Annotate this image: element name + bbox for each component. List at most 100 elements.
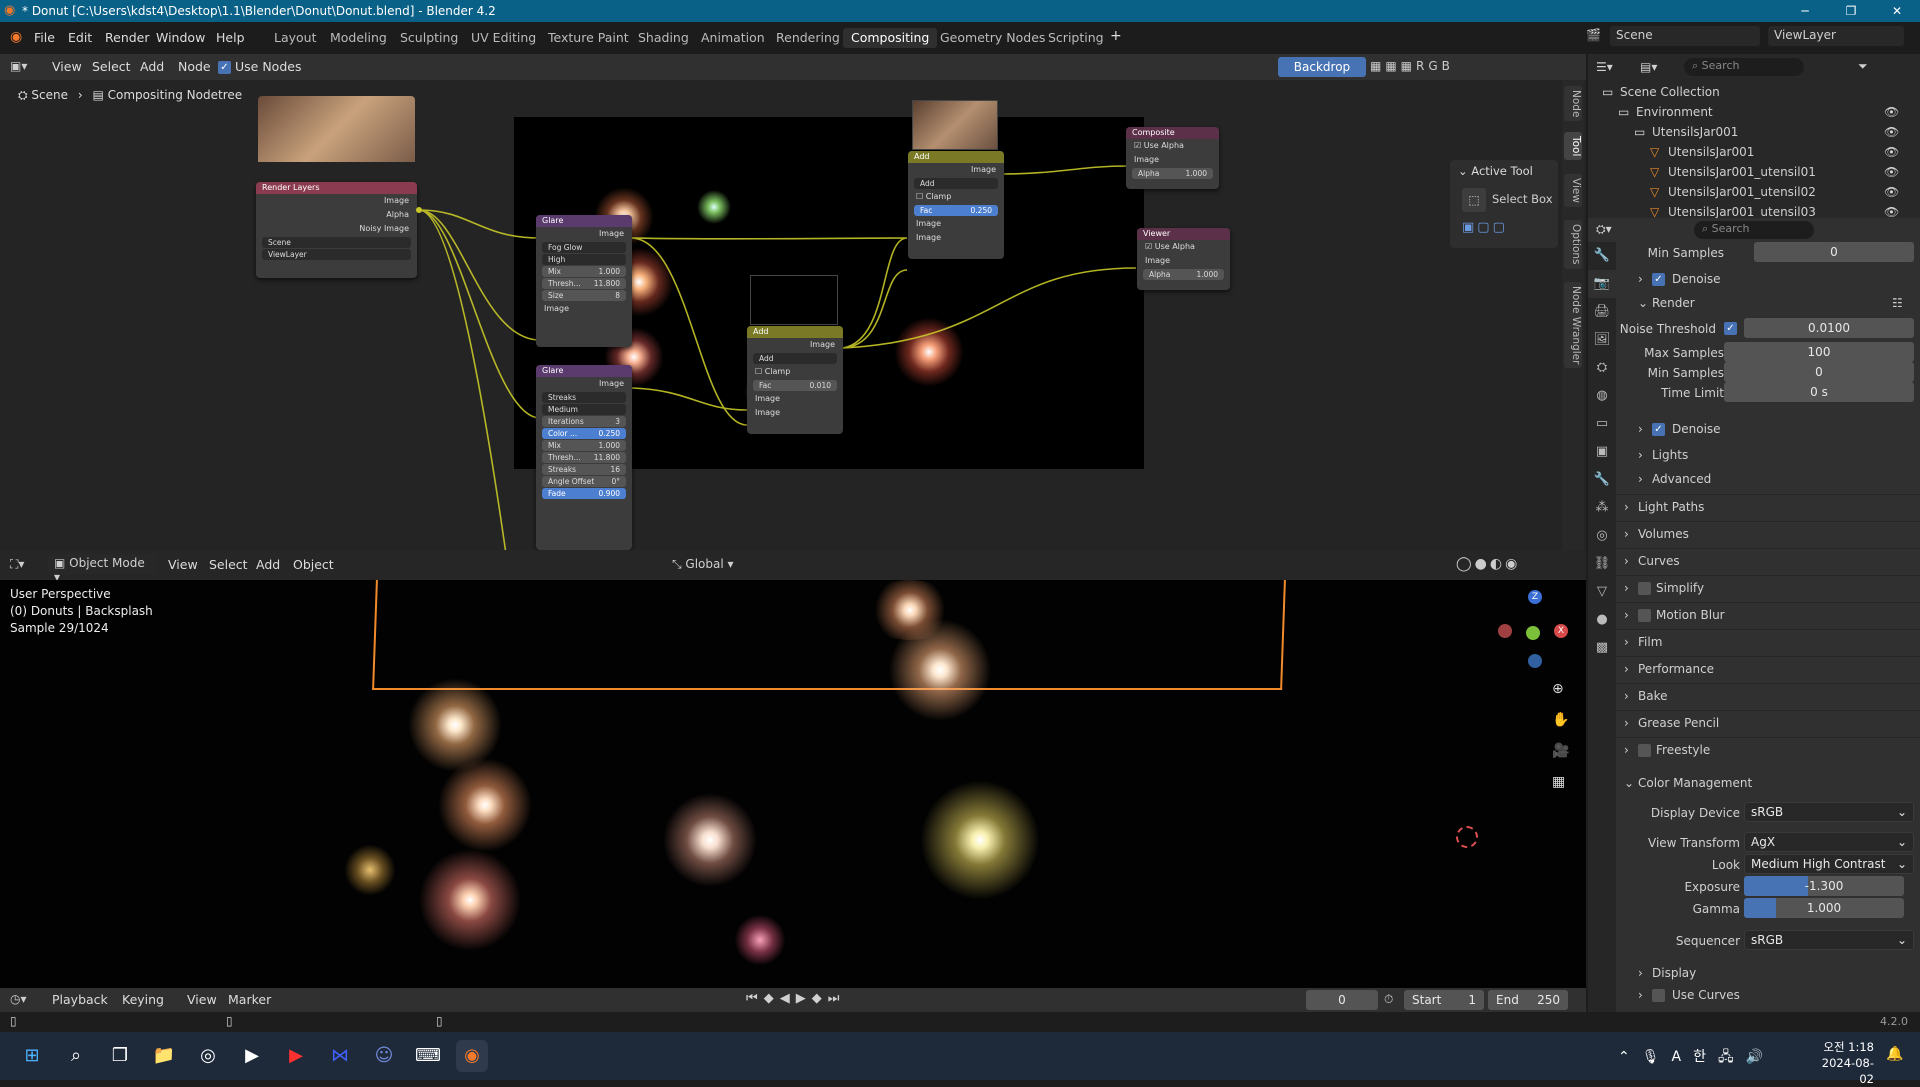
- tab-modeling[interactable]: Modeling: [322, 28, 395, 48]
- media-player-icon[interactable]: ▶: [236, 1040, 268, 1072]
- object-mode-dropdown[interactable]: ▣ Object Mode ▾: [48, 554, 156, 584]
- scene-field[interactable]: Scene: [262, 237, 411, 248]
- viewport-menu-add[interactable]: Add: [256, 557, 280, 572]
- menu-file[interactable]: File: [34, 30, 55, 45]
- physics-tab-icon[interactable]: ◎: [1588, 522, 1616, 550]
- camera-view-icon[interactable]: 🎥: [1552, 736, 1569, 767]
- alpha-field[interactable]: Alpha 1.000: [1132, 168, 1213, 179]
- outliner-item[interactable]: ▭ UtensilsJar001 👁: [1588, 122, 1920, 142]
- ime-mode[interactable]: A: [1672, 1049, 1694, 1065]
- scene-selector-icon[interactable]: 🎬: [1586, 28, 1601, 42]
- glare-node-streaks[interactable]: Glare Image Streaks Medium Iterations 3 C…: [536, 365, 632, 550]
- properties-panel-header[interactable]: › Bake: [1616, 683, 1920, 709]
- outliner-search-input[interactable]: ⌕ Search: [1684, 58, 1804, 76]
- zoom-icon[interactable]: ⊕: [1552, 674, 1569, 705]
- backdrop-toggle-button[interactable]: Backdrop: [1278, 57, 1366, 77]
- select-mode-icons[interactable]: ▣▢▢: [1462, 220, 1508, 235]
- timeline-menu-playback[interactable]: Playback: [52, 992, 108, 1007]
- use-alpha-checkbox[interactable]: ☑ Use Alpha: [1137, 240, 1230, 254]
- node-editor-canvas[interactable]: ⛭ Scene › ▤ Compositing Nodetree Render …: [0, 80, 1586, 550]
- chevron-right-icon[interactable]: ›: [1638, 272, 1643, 286]
- scene-tab-icon[interactable]: ⛭: [1588, 354, 1616, 382]
- viewport-menu-object[interactable]: Object: [293, 557, 334, 572]
- pan-hand-icon[interactable]: ✋: [1552, 705, 1569, 736]
- chrome-icon[interactable]: ◎: [192, 1040, 224, 1072]
- noise-threshold-field[interactable]: 0.0100: [1744, 318, 1914, 338]
- fac-field[interactable]: Fac 0.250: [914, 205, 998, 216]
- blend-mode-dropdown[interactable]: Add: [914, 178, 998, 189]
- minimize-button[interactable]: ─: [1782, 0, 1828, 22]
- axis-neg-z-icon[interactable]: [1528, 654, 1542, 668]
- outliner-item[interactable]: ▽ UtensilsJar001_utensil02 👁: [1588, 182, 1920, 202]
- exposure-slider[interactable]: -1.300: [1744, 876, 1904, 896]
- world-tab-icon[interactable]: ◍: [1588, 382, 1616, 410]
- editor-type-icon[interactable]: ⛶▾: [10, 557, 24, 572]
- axis-z-icon[interactable]: Z: [1528, 590, 1542, 604]
- visibility-eye-icon[interactable]: 👁: [1884, 145, 1903, 159]
- constraints-tab-icon[interactable]: ⛓: [1588, 550, 1616, 578]
- look-dropdown[interactable]: Medium High Contrast ⌄: [1744, 854, 1914, 874]
- glare-quality-dropdown[interactable]: High: [542, 254, 626, 265]
- axis-y-icon[interactable]: [1526, 626, 1540, 640]
- sequencer-dropdown[interactable]: sRGB ⌄: [1744, 930, 1914, 950]
- ime-lang[interactable]: 한: [1693, 1049, 1718, 1065]
- outliner-item[interactable]: ▭ Scene Collection: [1588, 82, 1920, 102]
- modifier-tab-icon[interactable]: 🔧: [1588, 466, 1616, 494]
- outliner-item[interactable]: ▽ UtensilsJar001_utensil01 👁: [1588, 162, 1920, 182]
- clamp-checkbox-label[interactable]: ☐ Clamp: [908, 190, 1004, 204]
- max-samples-field[interactable]: 100: [1724, 342, 1914, 362]
- editor-type-icon[interactable]: ▣▾: [10, 59, 27, 73]
- blender-taskbar-icon[interactable]: ◉: [456, 1040, 488, 1072]
- data-tab-icon[interactable]: ▽: [1588, 578, 1616, 606]
- tab-uv-editing[interactable]: UV Editing: [463, 28, 544, 48]
- node-menu-view[interactable]: View: [52, 59, 82, 74]
- youtube-icon[interactable]: ▶: [280, 1040, 312, 1072]
- glare-type-dropdown[interactable]: Streaks: [542, 392, 626, 403]
- 3d-cursor-icon[interactable]: [1456, 826, 1478, 848]
- close-button[interactable]: ✕: [1874, 0, 1920, 22]
- sidebar-tab-tool[interactable]: Tool: [1564, 132, 1582, 161]
- mix-add-node-1[interactable]: Add Image Add ☐ Clamp Fac 0.010 Image Ima…: [747, 326, 843, 434]
- particles-tab-icon[interactable]: ⁂: [1588, 494, 1616, 522]
- file-explorer-icon[interactable]: 📁: [148, 1040, 180, 1072]
- composite-node[interactable]: Composite ☑ Use Alpha Image Alpha 1.000: [1126, 127, 1219, 189]
- sidebar-tab-node[interactable]: Node: [1564, 86, 1582, 122]
- render-layers-node[interactable]: Render Layers Image Alpha Noisy Image Sc…: [256, 182, 417, 278]
- output-tab-icon[interactable]: 🖨: [1588, 298, 1616, 326]
- advanced-subpanel[interactable]: › Advanced: [1616, 468, 1920, 494]
- render-subpanel-header[interactable]: ⌄ Render ☷: [1616, 292, 1920, 318]
- transform-orientation-dropdown[interactable]: ⤡ Global ▾: [672, 557, 734, 572]
- angle-offset-field[interactable]: Angle Offset 0°: [542, 476, 626, 487]
- node-menu-add[interactable]: Add: [140, 59, 164, 74]
- playback-controls[interactable]: ⏮◆◀▶◆⏭: [746, 991, 845, 1006]
- visibility-eye-icon[interactable]: 👁: [1884, 165, 1903, 179]
- denoise-checkbox[interactable]: ✓: [1652, 423, 1665, 436]
- socket-icon[interactable]: [416, 207, 422, 213]
- tab-sculpting[interactable]: Sculpting: [392, 28, 466, 48]
- menu-edit[interactable]: Edit: [68, 30, 92, 45]
- tab-scripting[interactable]: Scripting: [1040, 28, 1112, 48]
- outliner-item[interactable]: ▭ Environment 👁: [1588, 102, 1920, 122]
- noise-threshold-checkbox[interactable]: ✓: [1724, 322, 1737, 335]
- clamp-checkbox-label[interactable]: ☐ Clamp: [747, 365, 843, 379]
- blend-mode-dropdown[interactable]: Add: [753, 353, 837, 364]
- menu-window[interactable]: Window: [156, 30, 205, 45]
- tab-compositing[interactable]: Compositing: [843, 28, 938, 48]
- editor-type-icon[interactable]: ☰▾: [1596, 60, 1613, 74]
- end-frame-field[interactable]: End 250: [1488, 990, 1568, 1010]
- texture-tab-icon[interactable]: ▩: [1588, 634, 1616, 662]
- sidebar-tab-options[interactable]: Options: [1564, 220, 1582, 269]
- current-frame-field[interactable]: 0: [1306, 990, 1378, 1010]
- properties-panel-header[interactable]: › Freestyle: [1616, 737, 1920, 763]
- axis-x-icon[interactable]: X: [1554, 624, 1568, 638]
- menu-render[interactable]: Render: [105, 30, 150, 45]
- streaks-field[interactable]: Streaks 16: [542, 464, 626, 475]
- properties-panel-header[interactable]: › Volumes: [1616, 521, 1920, 547]
- threshold-field[interactable]: Thresh... 11.800: [542, 452, 626, 463]
- glare-quality-dropdown[interactable]: Medium: [542, 404, 626, 415]
- visibility-eye-icon[interactable]: 👁: [1884, 185, 1903, 199]
- object-tab-icon[interactable]: ▣: [1588, 438, 1616, 466]
- glare-node-fog-glow[interactable]: Glare Image Fog Glow High Mix 1.000 Thres…: [536, 215, 632, 347]
- task-view-icon[interactable]: ❐: [104, 1040, 136, 1072]
- tab-geometry-nodes[interactable]: Geometry Nodes: [932, 28, 1053, 48]
